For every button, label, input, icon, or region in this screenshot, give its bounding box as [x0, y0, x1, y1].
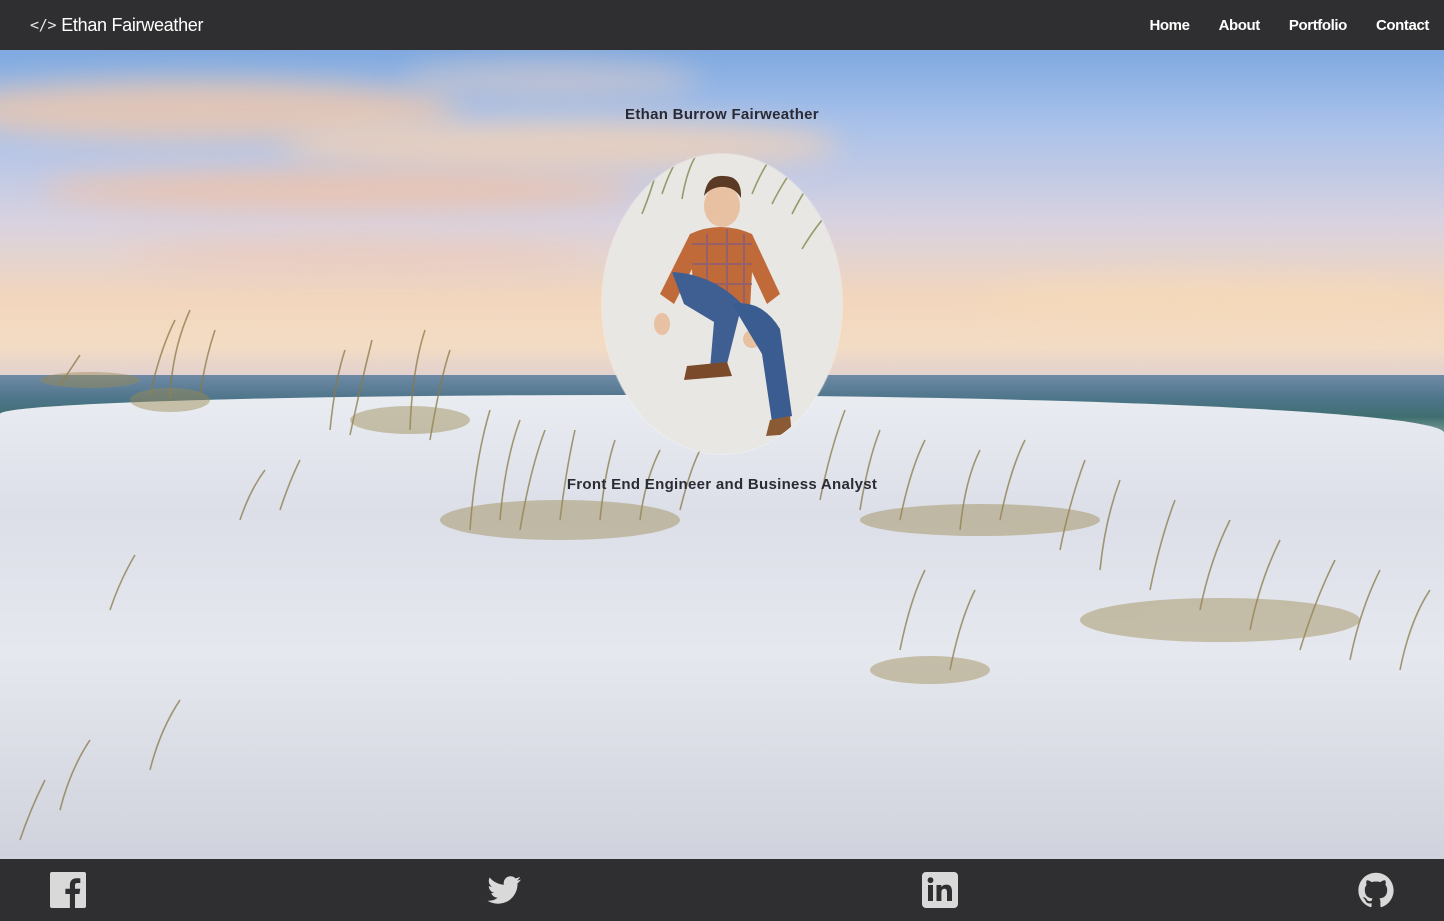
nav-link-about[interactable]: About [1219, 17, 1261, 34]
top-navbar: </> Ethan Fairweather Home About Portfol… [0, 0, 1444, 50]
github-icon [1358, 872, 1394, 908]
nav-link-contact[interactable]: Contact [1376, 17, 1429, 34]
hero-role: Front End Engineer and Business Analyst [566, 476, 878, 493]
facebook-icon [50, 872, 86, 908]
linkedin-link[interactable] [922, 872, 958, 908]
hero-name: Ethan Burrow Fairweather [625, 106, 819, 123]
nav-link-home[interactable]: Home [1149, 17, 1189, 34]
twitter-icon [487, 876, 521, 904]
nav-links: Home About Portfolio Contact [1120, 17, 1429, 34]
facebook-link[interactable] [50, 872, 86, 908]
github-link[interactable] [1358, 872, 1394, 908]
profile-photo [602, 154, 842, 454]
code-icon: </> [30, 16, 57, 34]
twitter-link[interactable] [486, 872, 522, 908]
profile-photo-illustration [602, 154, 842, 454]
brand-name: Ethan Fairweather [61, 14, 204, 35]
hero-section: Ethan Burrow Fairweather Front End Engin… [0, 50, 1444, 859]
brand-link[interactable]: </> Ethan Fairweather [30, 15, 203, 36]
footer-bar [0, 859, 1444, 921]
nav-link-portfolio[interactable]: Portfolio [1289, 17, 1347, 34]
linkedin-icon [922, 872, 958, 908]
